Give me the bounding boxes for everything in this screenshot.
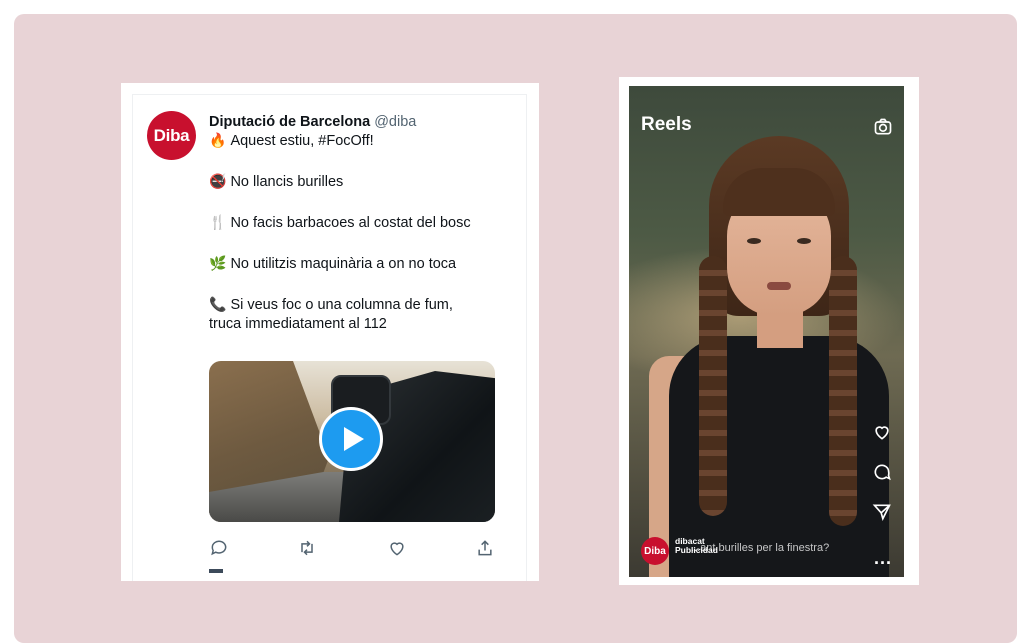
author-line: Diputació de Barcelona @diba: [209, 113, 499, 132]
tweet-actions: [209, 538, 499, 558]
tweet-line-text: No llancis burilles: [230, 174, 344, 190]
fork-knife-icon: 🍴: [209, 215, 227, 231]
camera-icon[interactable]: [873, 117, 893, 137]
no-smoking-icon: 🚭: [209, 174, 227, 190]
send-icon[interactable]: [872, 502, 892, 522]
person-eye: [747, 238, 761, 244]
author-handle[interactable]: @diba: [374, 114, 416, 130]
tweet-line-text: truca immediatament al 112: [209, 316, 387, 332]
author-name[interactable]: Diputació de Barcelona: [209, 114, 370, 130]
tweet-line-2: 🚭 No llancis burilles: [209, 173, 499, 192]
phone-icon: 📞: [209, 297, 227, 313]
tweet-line-4: 🌿 No utilitzis maquinària a on no toca: [209, 255, 499, 274]
person-mouth: [767, 282, 791, 290]
tweet-line-text: Aquest estiu, #FocOff!: [230, 133, 374, 149]
background-panel: Diba Diputació de Barcelona @diba 🔥 Aques…: [14, 14, 1017, 643]
reels-avatar[interactable]: Diba: [641, 537, 669, 565]
tweet-content: Diputació de Barcelona @diba 🔥 Aquest est…: [209, 113, 499, 334]
heart-icon[interactable]: [387, 538, 407, 558]
fire-icon: 🔥: [209, 133, 227, 149]
reels-video[interactable]: Reels ... Diba dibacat Publicidad ...ant…: [629, 86, 904, 577]
heart-icon[interactable]: [872, 422, 892, 442]
tweet-line-1: 🔥 Aquest estiu, #FocOff!: [209, 132, 499, 151]
tweet-video[interactable]: [209, 361, 495, 522]
tweet-line-5: 📞 Si veus foc o una columna de fum,: [209, 296, 499, 315]
person-bangs: [723, 168, 835, 216]
tweet-line-text: No facis barbacoes al costat del bosc: [230, 215, 471, 231]
play-button[interactable]: [319, 407, 383, 471]
tweet-body: Diba Diputació de Barcelona @diba 🔥 Aques…: [132, 94, 527, 581]
person-braid-left: [699, 256, 727, 516]
retweet-icon[interactable]: [297, 538, 317, 558]
more-icon[interactable]: ...: [874, 548, 892, 569]
person-braid-right: [829, 256, 857, 526]
comment-icon[interactable]: [872, 462, 892, 482]
tweet-card: Diba Diputació de Barcelona @diba 🔥 Aques…: [121, 83, 539, 581]
person-eye: [797, 238, 811, 244]
reels-caption[interactable]: ...ant burilles per la finestra?: [691, 542, 829, 554]
tweet-footer-stub: [209, 569, 223, 573]
tweet-line-text: No utilitzis maquinària a on no toca: [230, 256, 457, 272]
reply-icon[interactable]: [209, 538, 229, 558]
tweet-line-6: truca immediatament al 112: [209, 315, 499, 334]
tweet-line-text: Si veus foc o una columna de fum,: [230, 297, 453, 313]
herb-icon: 🌿: [209, 256, 227, 272]
reels-card: Reels ... Diba dibacat Publicidad ...ant…: [619, 77, 919, 585]
share-icon[interactable]: [475, 538, 495, 558]
reels-title: Reels: [641, 114, 692, 135]
tweet-line-3: 🍴 No facis barbacoes al costat del bosc: [209, 214, 499, 233]
author-avatar[interactable]: Diba: [147, 111, 196, 160]
play-icon: [343, 427, 364, 451]
